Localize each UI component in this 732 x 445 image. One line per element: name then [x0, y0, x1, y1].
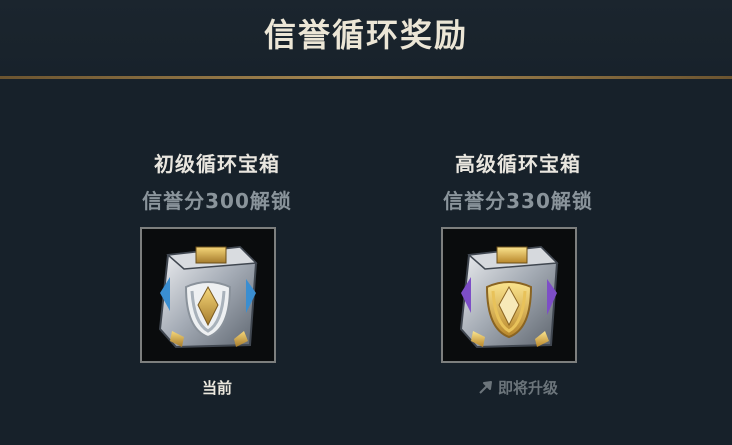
page-title: 信誉循环奖励 — [263, 16, 468, 54]
chest-name: 高级循环宝箱 — [455, 152, 581, 176]
chest-card-advanced[interactable]: 高级循环宝箱 信誉分330解锁 即将升级 — [398, 148, 638, 397]
chest-requirement: 信誉分330解锁 — [443, 189, 593, 213]
silver-chest-image — [158, 245, 258, 349]
header-bar: 信誉循环奖励 — [0, 0, 732, 76]
status-next-label: 即将升级 — [398, 377, 638, 399]
chest-image-frame[interactable] — [140, 227, 276, 363]
gold-chest-image — [459, 245, 559, 349]
upgrade-arrow-icon — [478, 379, 494, 399]
status-current-label: 当前 — [201, 379, 232, 397]
chest-requirement: 信誉分300解锁 — [142, 189, 292, 213]
header-divider — [0, 76, 732, 79]
chest-name: 初级循环宝箱 — [154, 152, 280, 176]
chest-card-basic[interactable]: 初级循环宝箱 信誉分300解锁 当前 — [97, 148, 337, 397]
status-next-text: 即将升级 — [497, 379, 558, 397]
chest-image-frame[interactable] — [441, 227, 577, 363]
